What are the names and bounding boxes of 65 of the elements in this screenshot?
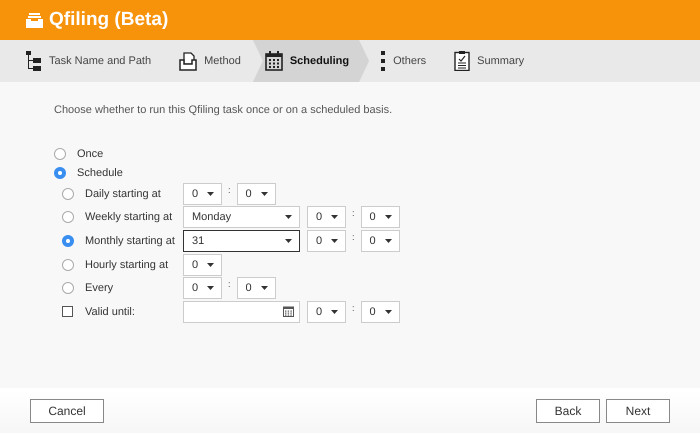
hour-minute-dropdown[interactable]: 0 <box>236 182 276 205</box>
wizard-step-tab[interactable]: Scheduling <box>252 40 370 82</box>
caret-icon <box>207 192 214 196</box>
caret-icon <box>331 238 338 243</box>
option-label: Schedule <box>77 166 123 178</box>
radio-button[interactable] <box>62 258 74 271</box>
clipboard-icon <box>454 51 470 71</box>
hour-minute-dropdown[interactable]: 0 <box>360 206 400 228</box>
radio-button[interactable] <box>54 166 66 178</box>
calendar-icon <box>264 51 283 71</box>
day-dropdown[interactable]: Monday <box>183 206 300 228</box>
hour-minute-dropdown[interactable]: 0 <box>183 254 222 276</box>
radio-button[interactable] <box>62 234 74 247</box>
caret-icon <box>260 192 268 196</box>
date-field[interactable] <box>183 300 300 323</box>
time-separator: : <box>352 208 355 218</box>
radio-button[interactable] <box>62 188 74 200</box>
option-label: Daily starting at <box>85 188 162 200</box>
calendar-icon <box>283 306 294 318</box>
option-label: Valid until: <box>85 306 136 318</box>
wizard-step-tab[interactable]: Others <box>367 40 440 82</box>
option-label: Hourly starting at <box>85 258 170 271</box>
cancel-button[interactable]: Cancel <box>30 398 104 422</box>
caret-icon <box>331 310 338 314</box>
hour-minute-dropdown[interactable]: 0 <box>307 300 346 323</box>
vertical-dots-icon <box>381 51 386 71</box>
hour-minute-dropdown[interactable]: 0 <box>183 277 222 300</box>
time-separator: : <box>228 279 231 290</box>
checkbox[interactable] <box>62 306 73 318</box>
caret-icon <box>207 286 214 290</box>
caret-icon <box>384 238 392 243</box>
option-label: Weekly starting at <box>85 211 174 224</box>
time-separator: : <box>352 232 355 242</box>
caret-icon <box>384 310 392 314</box>
hour-minute-dropdown[interactable]: 0 <box>236 277 276 300</box>
back-button[interactable]: Back <box>536 398 600 422</box>
instruction-text: Choose whether to run this Qfiling task once or on a scheduled basis. <box>54 104 394 116</box>
time-separator: : <box>228 184 231 195</box>
caret-icon <box>260 286 268 290</box>
wizard-step-tab[interactable]: Summary <box>440 40 538 82</box>
hour-minute-dropdown[interactable]: 0 <box>360 230 400 252</box>
caret-icon <box>207 262 214 267</box>
time-separator: : <box>352 302 355 313</box>
option-label: Once <box>77 148 104 160</box>
next-button[interactable]: Next <box>606 398 670 422</box>
wizard-step-tab[interactable]: Task Name and Path <box>12 40 166 82</box>
option-label: Monthly starting at <box>85 234 176 247</box>
window-title: Qfiling (Beta) <box>49 9 168 31</box>
hour-minute-dropdown[interactable]: 0 <box>360 300 400 323</box>
radio-button[interactable] <box>62 282 74 294</box>
caret-icon <box>384 215 392 220</box>
hour-minute-dropdown[interactable]: 0 <box>307 230 346 252</box>
hour-minute-dropdown[interactable]: 0 <box>307 206 346 228</box>
day-dropdown[interactable]: 31 <box>183 230 300 252</box>
radio-button[interactable] <box>54 148 66 160</box>
inbox-tray-icon <box>26 12 43 28</box>
caret-icon <box>285 215 292 220</box>
caret-icon <box>331 215 338 220</box>
hour-minute-dropdown[interactable]: 0 <box>183 182 222 205</box>
option-label: Every <box>85 282 114 294</box>
caret-icon <box>285 238 292 243</box>
tree-icon <box>26 51 42 71</box>
radio-button[interactable] <box>62 211 74 224</box>
wizard-step-tab[interactable]: Method <box>165 40 255 82</box>
document-tray-icon <box>179 52 198 70</box>
